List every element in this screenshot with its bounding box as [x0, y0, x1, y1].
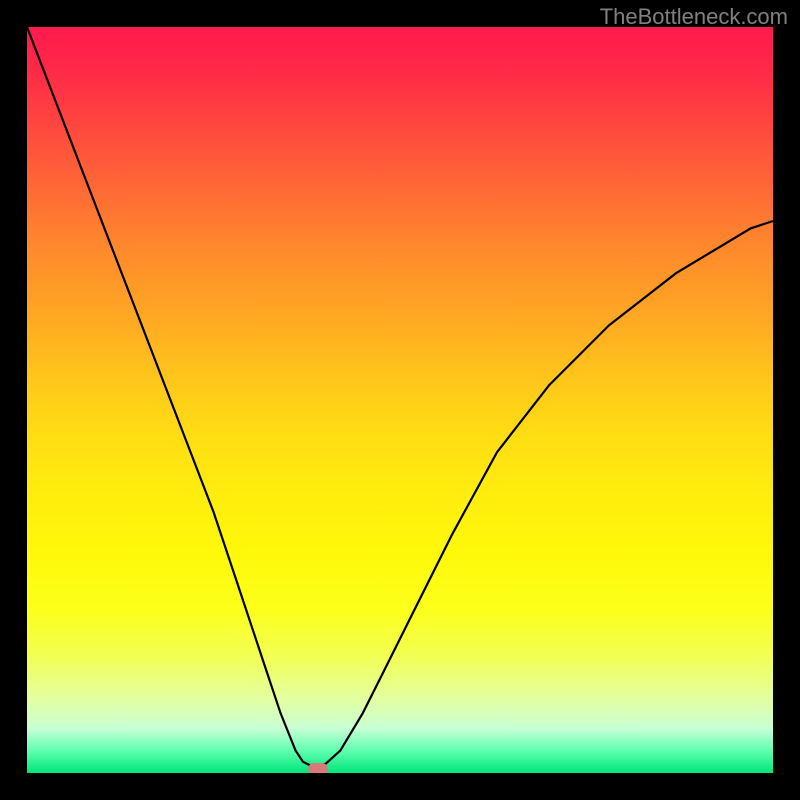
chart-plot-area — [27, 27, 773, 773]
watermark-text: TheBottleneck.com — [600, 4, 788, 30]
bottleneck-curve — [27, 27, 773, 773]
optimal-marker — [308, 763, 328, 773]
